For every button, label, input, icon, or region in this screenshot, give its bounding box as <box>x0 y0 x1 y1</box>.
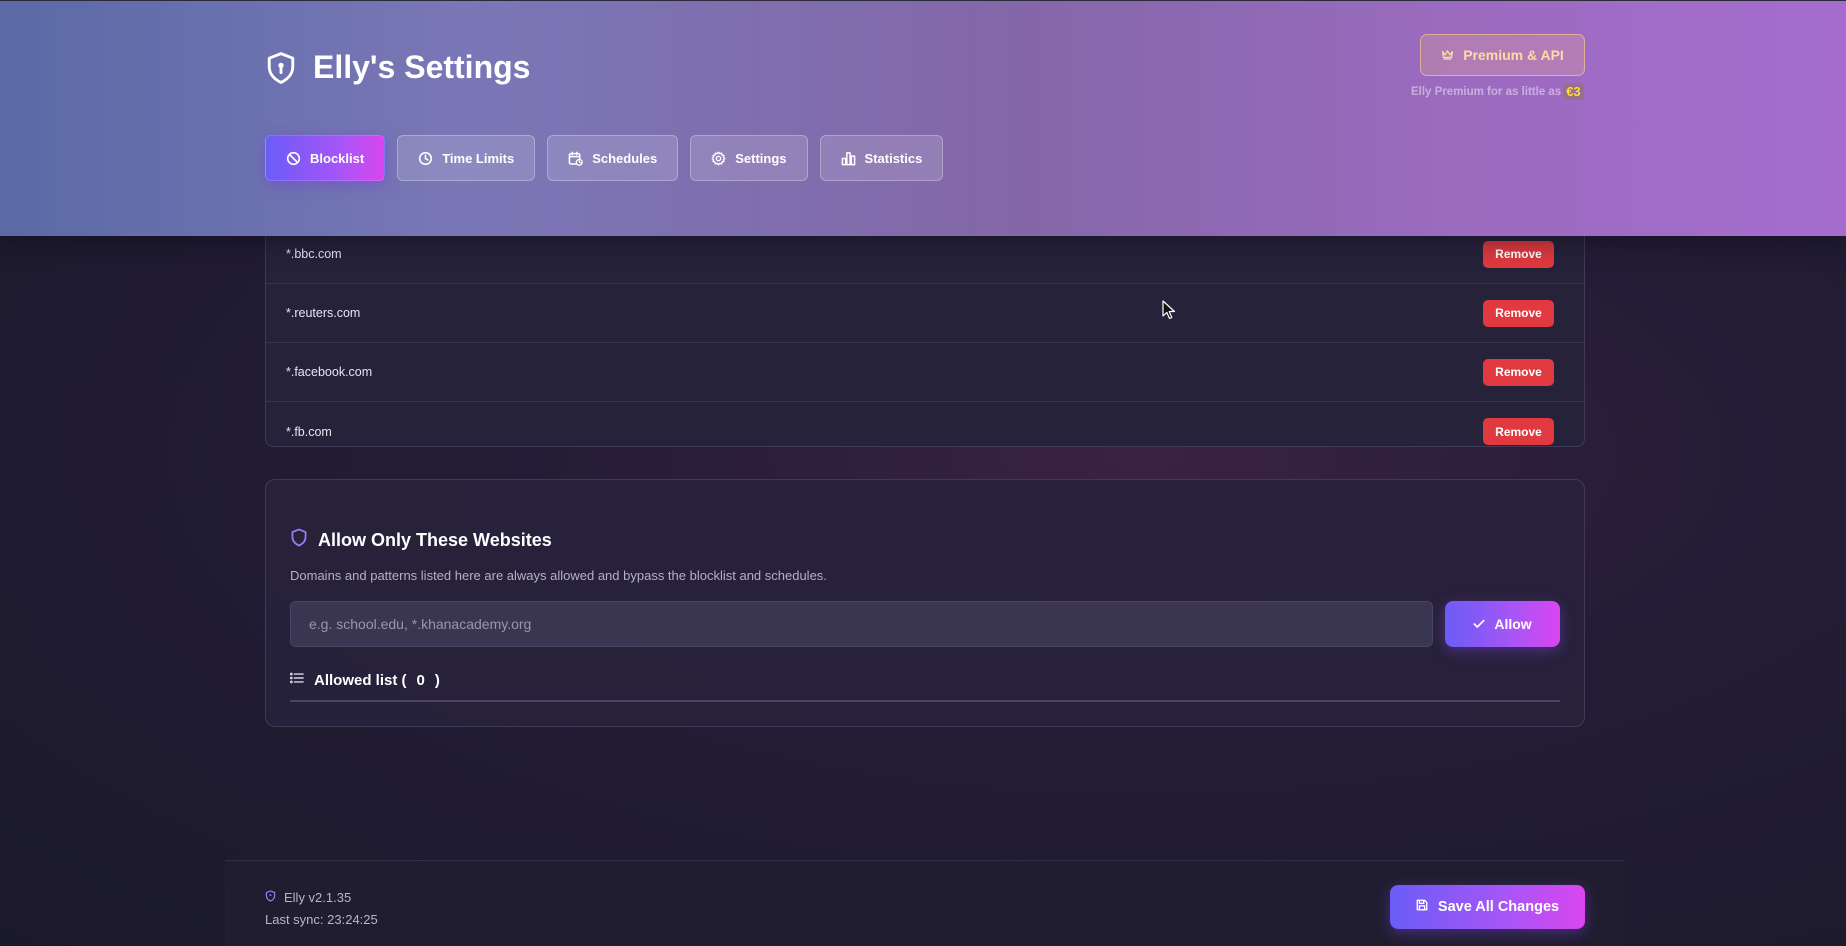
premium-note: Elly Premium for as little as €3 <box>1411 83 1584 100</box>
list-item: *.facebook.com Remove <box>266 343 1584 402</box>
allowlist-title: Allow Only These Websites <box>318 529 552 550</box>
remove-button[interactable]: Remove <box>1483 358 1554 386</box>
allowlist-heading: Allow Only These Websites <box>290 528 552 552</box>
version-text: Elly v2.1.35 <box>284 890 352 905</box>
premium-note-text: Elly Premium for as little as <box>1411 85 1562 98</box>
allowlist-card: Allow Only These Websites Domains and pa… <box>265 479 1585 727</box>
tab-statistics[interactable]: Statistics <box>819 135 944 181</box>
allowed-list-divider <box>290 700 1560 702</box>
gear-icon <box>711 151 726 166</box>
allow-button[interactable]: Allow <box>1445 601 1560 647</box>
tab-label: Settings <box>735 150 787 166</box>
tab-label: Statistics <box>864 150 923 166</box>
tab-schedules[interactable]: Schedules <box>547 135 679 181</box>
tab-settings[interactable]: Settings <box>690 135 808 181</box>
allow-button-label: Allow <box>1494 616 1532 632</box>
list-item: *.reuters.com Remove <box>266 284 1584 343</box>
remove-button[interactable]: Remove <box>1483 418 1554 445</box>
allow-domain-input[interactable] <box>290 601 1433 647</box>
header: Elly's Settings Premium & API Elly Premi… <box>0 0 1846 236</box>
blocked-domain: *.reuters.com <box>286 306 361 320</box>
blocked-domain: *.fb.com <box>286 424 332 439</box>
version-info: Elly v2.1.35 <box>265 890 351 905</box>
tab-label: Schedules <box>592 150 658 166</box>
allowed-list-header: Allowed list ( 0 ) <box>289 671 440 689</box>
remove-button[interactable]: Remove <box>1483 299 1554 327</box>
calendar-icon <box>568 150 584 166</box>
premium-price-badge: €3 <box>1563 83 1584 100</box>
title-area: Elly's Settings <box>265 49 530 86</box>
premium-button-label: Premium & API <box>1463 47 1564 63</box>
tab-label: Blocklist <box>310 150 365 166</box>
allowed-list-text: Allowed list ( <box>314 671 407 689</box>
check-icon <box>1473 616 1485 632</box>
shield-icon <box>290 528 308 552</box>
premium-api-button[interactable]: Premium & API <box>1420 34 1585 76</box>
mouse-cursor-icon <box>1162 300 1176 325</box>
page-title: Elly's Settings <box>313 49 531 85</box>
tab-bar: Blocklist Time Limits Schedules Settings… <box>265 135 944 181</box>
clock-icon <box>418 151 433 166</box>
save-icon <box>1416 899 1428 915</box>
bar-chart-icon <box>841 151 856 166</box>
blocked-domain: *.bbc.com <box>286 247 342 261</box>
shield-icon <box>265 51 297 85</box>
tab-time-limits[interactable]: Time Limits <box>397 135 536 181</box>
tab-label: Time Limits <box>442 150 515 166</box>
list-item: *.fb.com Remove <box>266 402 1584 446</box>
save-button-label: Save All Changes <box>1437 899 1560 915</box>
save-all-button[interactable]: Save All Changes <box>1390 885 1585 929</box>
shield-icon <box>265 890 276 905</box>
tab-blocklist[interactable]: Blocklist <box>265 135 386 181</box>
remove-button[interactable]: Remove <box>1483 240 1554 268</box>
last-sync: Last sync: 23:24:25 <box>265 912 378 927</box>
blocked-domain: *.facebook.com <box>286 365 373 379</box>
allowed-list-label: Allowed list ( 0 ) <box>314 672 440 689</box>
ban-icon <box>286 151 301 166</box>
allowed-list-close: ) <box>434 671 440 689</box>
allowed-list-count: 0 <box>416 671 425 689</box>
footer: Elly v2.1.35 Last sync: 23:24:25 Save Al… <box>225 860 1625 946</box>
allowlist-description: Domains and patterns listed here are alw… <box>290 568 827 583</box>
list-icon <box>289 671 304 689</box>
crown-icon <box>1441 47 1454 63</box>
